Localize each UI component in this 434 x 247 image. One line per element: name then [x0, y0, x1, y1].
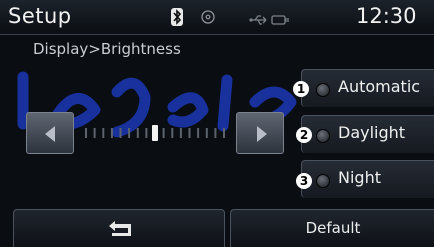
brightness-tick	[205, 128, 208, 138]
brightness-tick	[188, 128, 191, 138]
page-title: Setup	[8, 4, 72, 28]
callout-badge-2: 2	[296, 127, 312, 143]
decrease-brightness-button[interactable]	[26, 112, 74, 154]
back-arrow-icon	[109, 221, 131, 236]
brightness-slider[interactable]	[26, 112, 286, 154]
brightness-tick	[136, 128, 139, 138]
brightness-tick	[223, 128, 225, 138]
chevron-left-icon	[45, 126, 55, 142]
brightness-tick	[179, 128, 182, 138]
brightness-tick	[145, 128, 148, 138]
brightness-tick	[93, 128, 96, 138]
brightness-tick	[119, 128, 122, 138]
brightness-tick	[128, 128, 131, 138]
disc-icon	[201, 9, 215, 24]
clock: 12:30	[356, 4, 417, 28]
back-button[interactable]	[13, 209, 225, 247]
option-daylight[interactable]: Daylight	[301, 115, 434, 153]
radio-icon	[316, 83, 330, 97]
breadcrumb: Display>Brightness	[33, 40, 181, 58]
radio-icon	[316, 129, 330, 143]
brightness-thumb[interactable]	[152, 125, 158, 141]
option-automatic[interactable]: Automatic	[301, 69, 434, 107]
status-bar: Setup 12:30	[0, 0, 434, 35]
option-label-night: Night	[338, 168, 381, 187]
plug-icon	[271, 11, 291, 25]
option-label-daylight: Daylight	[338, 123, 406, 142]
callout-badge-1: 1	[293, 81, 309, 97]
setup-screen: Setup 12:30 Display>Brightness Automatic…	[0, 0, 434, 247]
brightness-tick	[162, 128, 165, 138]
option-night[interactable]: Night	[301, 160, 434, 198]
brightness-tick	[110, 128, 113, 138]
callout-badge-3: 3	[296, 173, 312, 189]
usb-icon	[249, 11, 269, 25]
radio-icon	[316, 174, 330, 188]
chevron-right-icon	[257, 126, 267, 142]
brightness-tick	[171, 128, 174, 138]
brightness-tick	[85, 128, 87, 138]
bluetooth-icon	[171, 8, 183, 26]
default-button-label: Default	[305, 219, 361, 237]
brightness-tick	[197, 128, 200, 138]
brightness-track[interactable]	[82, 124, 228, 142]
brightness-tick	[102, 128, 105, 138]
increase-brightness-button[interactable]	[236, 112, 284, 154]
brightness-tick	[214, 128, 217, 138]
option-label-automatic: Automatic	[338, 77, 421, 96]
default-button[interactable]: Default	[230, 209, 434, 247]
